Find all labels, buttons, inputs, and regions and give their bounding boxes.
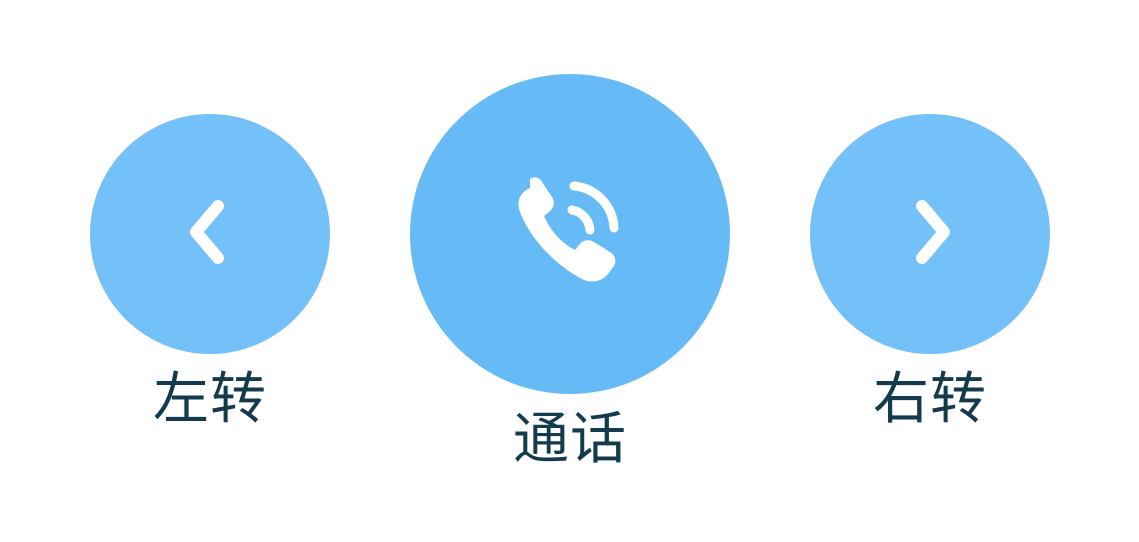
turn-right-label: 右转 <box>873 367 987 432</box>
phone-call-icon <box>490 154 650 314</box>
chevron-right-icon <box>900 194 960 274</box>
call-label: 通话 <box>513 407 627 472</box>
call-button[interactable] <box>410 74 730 394</box>
turn-right-button[interactable] <box>810 114 1050 354</box>
turn-left-button[interactable] <box>90 114 330 354</box>
chevron-left-icon <box>180 194 240 274</box>
turn-left-label: 左转 <box>153 367 267 432</box>
